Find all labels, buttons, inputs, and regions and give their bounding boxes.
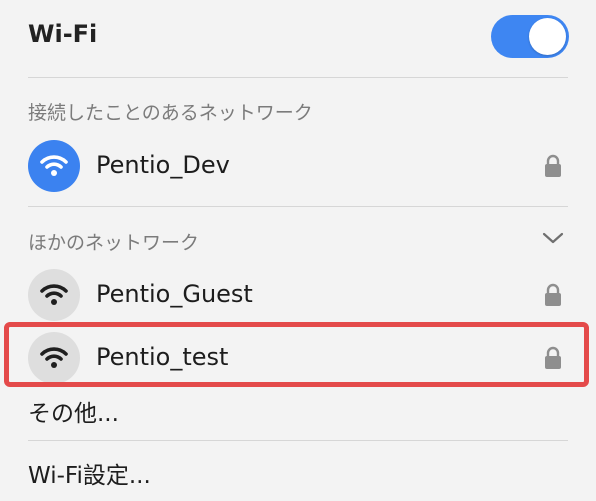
known-networks-header: 接続したことのあるネットワーク	[28, 102, 313, 124]
lock-icon	[543, 283, 563, 307]
wifi-settings-item[interactable]: Wi-Fi設定...	[28, 456, 151, 490]
chevron-down-icon[interactable]	[542, 230, 564, 246]
divider	[28, 440, 568, 441]
highlight-box	[4, 322, 589, 387]
wifi-title: Wi-Fi	[28, 20, 98, 48]
other-network-item[interactable]: その他...	[28, 394, 119, 428]
network-row-pentio-dev[interactable]: Pentio_Dev	[28, 140, 576, 192]
lock-icon	[543, 154, 563, 178]
toggle-knob	[529, 18, 566, 55]
divider	[28, 206, 568, 207]
wifi-icon	[28, 269, 80, 321]
network-row-pentio-guest[interactable]: Pentio_Guest	[28, 269, 576, 321]
wifi-toggle[interactable]	[491, 15, 569, 58]
network-name: Pentio_Guest	[96, 280, 253, 308]
wifi-menu: Wi-Fi 接続したことのあるネットワーク Pentio_Dev ほかのネットワ…	[0, 0, 596, 501]
other-networks-header: ほかのネットワーク	[28, 232, 200, 254]
wifi-icon	[28, 140, 80, 192]
network-name: Pentio_Dev	[96, 151, 230, 179]
divider	[28, 77, 568, 78]
